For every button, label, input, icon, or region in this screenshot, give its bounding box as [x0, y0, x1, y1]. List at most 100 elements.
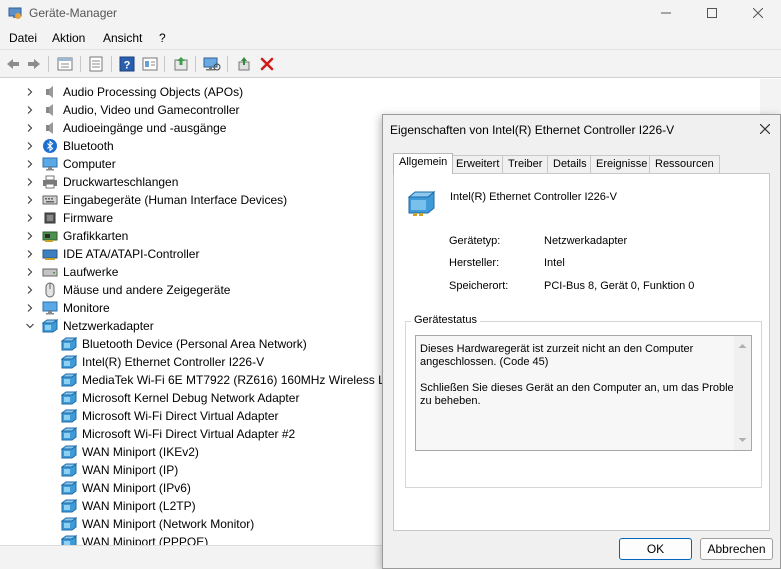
device-type-label: Gerätetyp:	[449, 235, 501, 247]
tree-item-label: Eingabegeräte (Human Interface Devices)	[63, 193, 288, 207]
bluetooth-icon	[43, 139, 57, 153]
toolbar-separator	[80, 56, 81, 72]
enable-device-icon[interactable]	[235, 55, 253, 73]
network-adapter-icon	[61, 391, 77, 405]
chevron-right-icon[interactable]	[25, 285, 35, 295]
chevron-right-icon[interactable]	[25, 267, 35, 277]
update-driver-icon[interactable]	[172, 55, 190, 73]
tree-item-label: WAN Miniport (IP)	[82, 463, 179, 477]
tree-item-label: Computer	[63, 157, 116, 171]
monitor-icon	[42, 301, 58, 315]
status-line: angeschlossen. (Code 45)	[420, 356, 549, 368]
device-manager-app-icon	[8, 7, 22, 19]
tree-item-label: WAN Miniport (Network Monitor)	[82, 517, 255, 531]
tree-item-label: Bluetooth Device (Personal Area Network)	[82, 337, 307, 351]
network-adapter-icon	[61, 463, 77, 477]
tree-row[interactable]: Audio Processing Objects (APOs)	[0, 83, 760, 101]
forward-arrow-icon[interactable]	[25, 55, 43, 73]
status-line: zu beheben.	[420, 395, 481, 407]
tree-item-label: Audio, Video und Gamecontroller	[63, 103, 240, 117]
maximize-button[interactable]	[689, 0, 735, 26]
tab-details[interactable]: Details	[547, 155, 593, 173]
chip-icon	[44, 212, 56, 224]
general-tab-panel: Intel(R) Ethernet Controller I226-V Gerä…	[393, 173, 770, 531]
location-value: PCI-Bus 8, Gerät 0, Funktion 0	[544, 280, 695, 292]
status-scrollbar[interactable]	[734, 336, 751, 450]
svg-text:?: ?	[124, 60, 131, 72]
chevron-right-icon[interactable]	[25, 105, 35, 115]
tree-item-label: Microsoft Kernel Debug Network Adapter	[82, 391, 300, 405]
menu-action[interactable]: Aktion	[52, 31, 85, 45]
list-view-icon[interactable]	[87, 55, 105, 73]
mouse-icon	[45, 282, 55, 298]
network-adapter-icon	[42, 319, 58, 333]
toolbar-separator	[111, 56, 112, 72]
toolbar-separator	[164, 56, 165, 72]
scan-hardware-icon[interactable]	[203, 55, 221, 73]
menu-help[interactable]: ?	[159, 31, 166, 45]
chevron-right-icon[interactable]	[25, 159, 35, 169]
scroll-up-icon	[738, 344, 747, 348]
network-adapter-icon	[407, 190, 436, 216]
tree-item-label: Netzwerkadapter	[63, 319, 154, 333]
status-line: Dieses Hardwaregerät ist zurzeit nicht a…	[420, 343, 694, 355]
tree-item-label: Microsoft Wi-Fi Direct Virtual Adapter #…	[82, 427, 296, 441]
tab-driver[interactable]: Treiber	[502, 155, 549, 173]
chevron-right-icon[interactable]	[25, 177, 35, 187]
chevron-right-icon[interactable]	[25, 249, 35, 259]
toolbar-separator	[227, 56, 228, 72]
properties-sheet-icon[interactable]	[56, 55, 74, 73]
chevron-right-icon[interactable]	[25, 303, 35, 313]
tab-advanced[interactable]: Erweitert	[450, 155, 506, 173]
dialog-close-button[interactable]	[754, 119, 776, 139]
close-icon	[760, 124, 770, 134]
help-icon[interactable]: ?	[118, 55, 136, 73]
printer-icon	[43, 175, 57, 189]
network-adapter-icon	[61, 517, 77, 531]
scroll-down-icon	[738, 438, 747, 442]
toolbar-separator	[195, 56, 196, 72]
device-status-group: Gerätestatus Dieses Hardwaregerät ist zu…	[405, 314, 762, 488]
audio-icon	[46, 122, 53, 134]
tab-resources[interactable]: Ressourcen	[649, 155, 720, 173]
tree-item-label: WAN Miniport (PPPOE)	[82, 535, 209, 545]
tree-item-label: Bluetooth	[63, 139, 114, 153]
tree-item-label: Microsoft Wi-Fi Direct Virtual Adapter	[82, 409, 279, 423]
uninstall-device-icon[interactable]	[258, 55, 276, 73]
network-adapter-icon	[61, 445, 77, 459]
chevron-right-icon[interactable]	[25, 87, 35, 97]
close-button[interactable]	[735, 0, 781, 26]
cancel-button[interactable]: Abbrechen	[700, 538, 773, 560]
window-title: Geräte-Manager	[29, 6, 118, 20]
manufacturer-value: Intel	[544, 257, 565, 269]
monitor-icon	[42, 157, 58, 171]
chevron-right-icon[interactable]	[25, 195, 35, 205]
menu-view[interactable]: Ansicht	[103, 31, 142, 45]
tab-general[interactable]: Allgemein	[393, 153, 454, 174]
network-adapter-icon	[61, 409, 77, 423]
back-arrow-icon[interactable]	[4, 55, 22, 73]
chevron-right-icon[interactable]	[25, 123, 35, 133]
tree-item-label: Audio Processing Objects (APOs)	[63, 85, 244, 99]
menu-file[interactable]: Datei	[9, 31, 37, 45]
tree-item-label: Intel(R) Ethernet Controller I226-V	[82, 355, 265, 369]
details-view-icon[interactable]	[141, 55, 159, 73]
ok-button[interactable]: OK	[619, 538, 692, 560]
status-line: Schließen Sie dieses Gerät an den Comput…	[420, 382, 743, 394]
keyboard-icon	[42, 195, 58, 205]
minimize-button[interactable]	[643, 0, 689, 26]
tree-item-label: Firmware	[63, 211, 113, 225]
device-type-value: Netzwerkadapter	[544, 235, 628, 247]
manufacturer-label: Hersteller:	[449, 257, 500, 269]
chevron-right-icon[interactable]	[25, 231, 35, 241]
title-bar[interactable]: Geräte-Manager	[0, 0, 781, 26]
properties-dialog: Eigenschaften von Intel(R) Ethernet Cont…	[382, 114, 781, 569]
chevron-right-icon[interactable]	[25, 141, 35, 151]
chevron-down-icon[interactable]	[25, 321, 35, 331]
tab-events[interactable]: Ereignisse	[590, 155, 654, 173]
device-status-textbox[interactable]: Dieses Hardwaregerät ist zurzeit nicht a…	[415, 335, 752, 451]
tree-item-label: Grafikkarten	[63, 229, 129, 243]
minimize-icon	[661, 12, 671, 14]
chevron-right-icon[interactable]	[25, 213, 35, 223]
tree-item-label: Druckwarteschlangen	[63, 175, 179, 189]
